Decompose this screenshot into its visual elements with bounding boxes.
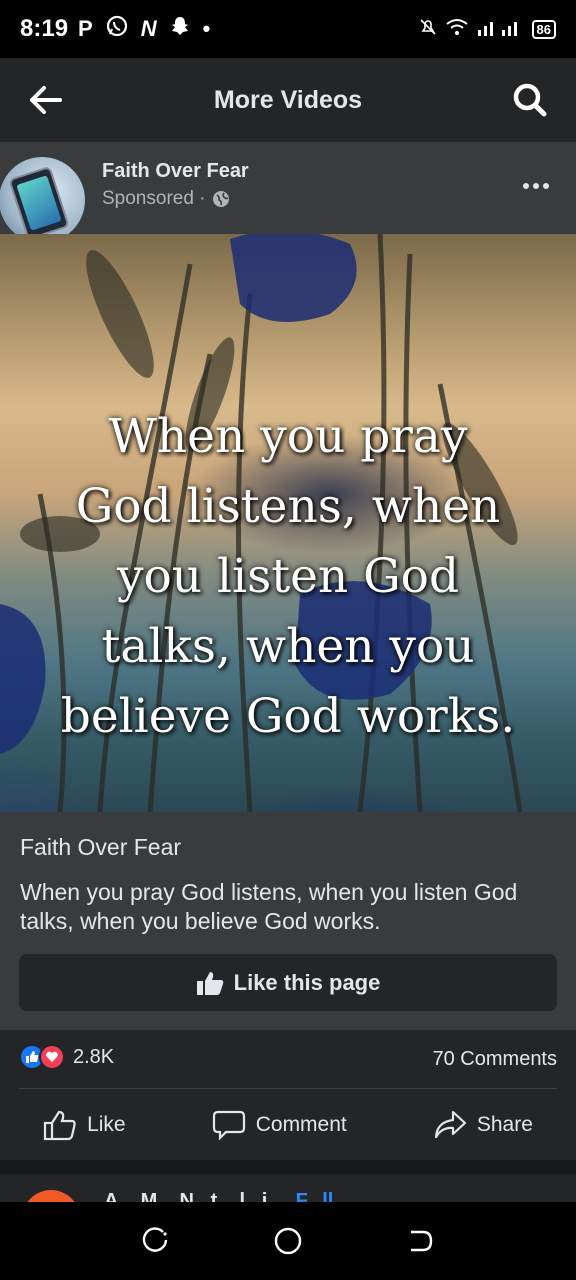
recents-icon — [142, 1227, 168, 1252]
share-icon — [434, 1110, 466, 1139]
n-app-icon: N — [140, 16, 157, 41]
home-circle-icon — [274, 1227, 302, 1255]
caption-text: When you pray God listens, when you list… — [20, 879, 518, 934]
quote-line: believe God works. — [60, 689, 516, 744]
more-dot — [543, 183, 549, 189]
post-header: Faith Over Fear Sponsored · — [0, 142, 576, 246]
image-quote-text: When you pray God listens, when you list… — [0, 402, 576, 752]
comment-count[interactable]: 70 Comments — [433, 1048, 558, 1071]
quote-line: talks, when you — [101, 619, 475, 674]
share-button[interactable]: Share — [433, 1109, 533, 1141]
comment-button[interactable]: Comment — [212, 1109, 347, 1141]
reaction-count: 2.8K — [73, 1045, 115, 1068]
back-button[interactable] — [24, 78, 68, 122]
phone-graphic — [8, 165, 70, 241]
caption-page-name[interactable]: Faith Over Fear — [20, 834, 181, 861]
reaction-summary[interactable]: 2.8K — [19, 1044, 114, 1070]
more-dot — [523, 183, 529, 189]
status-time: 8:19 — [20, 15, 69, 42]
status-bar: 8:19 P N • 86 — [0, 0, 576, 58]
top-app-bar: More Videos — [0, 58, 576, 142]
caption-section: Faith Over Fear When you pray God listen… — [0, 812, 576, 1030]
next-post-name[interactable]: A... M... N...t... l...i... F...ll... — [104, 1190, 350, 1202]
p-app-icon: P — [78, 16, 93, 41]
like-button[interactable]: Like — [43, 1109, 126, 1141]
sponsored-text: Sponsored · — [102, 188, 206, 209]
notification-icons: P N • — [78, 14, 210, 44]
page-avatar[interactable] — [0, 154, 88, 246]
more-dot — [533, 183, 539, 189]
quote-line: God listens, when — [75, 479, 501, 534]
signal-icon — [476, 18, 524, 41]
page-title: More Videos — [213, 85, 363, 114]
divider — [19, 1088, 557, 1089]
battery-indicator: 86 — [531, 19, 556, 39]
globe-icon — [212, 191, 229, 207]
comment-label: Comment — [255, 1113, 347, 1136]
search-icon — [513, 83, 547, 117]
like-page-button[interactable]: Like this page — [19, 954, 557, 1011]
thumbs-up-icon — [196, 971, 223, 995]
dot-icon: • — [202, 16, 211, 41]
love-reaction-icon — [39, 1044, 65, 1070]
home-button[interactable] — [268, 1221, 308, 1261]
quote-line: you listen God — [116, 549, 460, 604]
whatsapp-icon — [105, 14, 129, 44]
like-label: Like — [87, 1113, 126, 1136]
snapchat-icon — [169, 15, 191, 43]
action-bar: Like Comment Share — [0, 1104, 576, 1146]
thumbs-up-outline-icon — [43, 1110, 76, 1141]
system-icons: 86 — [418, 17, 556, 42]
arrow-left-icon — [30, 86, 62, 114]
like-page-label: Like this page — [233, 969, 381, 995]
wifi-icon — [445, 18, 468, 41]
share-label: Share — [476, 1113, 533, 1136]
system-navigation-bar — [0, 1202, 576, 1280]
more-options-button[interactable] — [520, 170, 552, 202]
recents-button[interactable] — [136, 1221, 176, 1261]
comment-icon — [212, 1110, 245, 1141]
next-post-author: A... M... N...t... l...i... — [104, 1190, 285, 1202]
back-nav-button[interactable] — [400, 1221, 440, 1261]
search-button[interactable] — [508, 78, 552, 122]
silent-icon — [418, 17, 438, 42]
page-name[interactable]: Faith Over Fear — [102, 160, 249, 183]
feedback-section: 2.8K 70 Comments Like Comment Share — [0, 1030, 576, 1160]
quote-line: When you pray — [108, 409, 468, 464]
next-post-preview[interactable]: A... M... N...t... l...i... F...ll... — [0, 1160, 576, 1202]
follow-link[interactable]: F...ll... — [296, 1190, 350, 1202]
post-image[interactable]: When you pray God listens, when you list… — [0, 234, 576, 812]
sponsored-label: Sponsored · — [102, 188, 230, 210]
back-nav-icon — [411, 1230, 433, 1252]
